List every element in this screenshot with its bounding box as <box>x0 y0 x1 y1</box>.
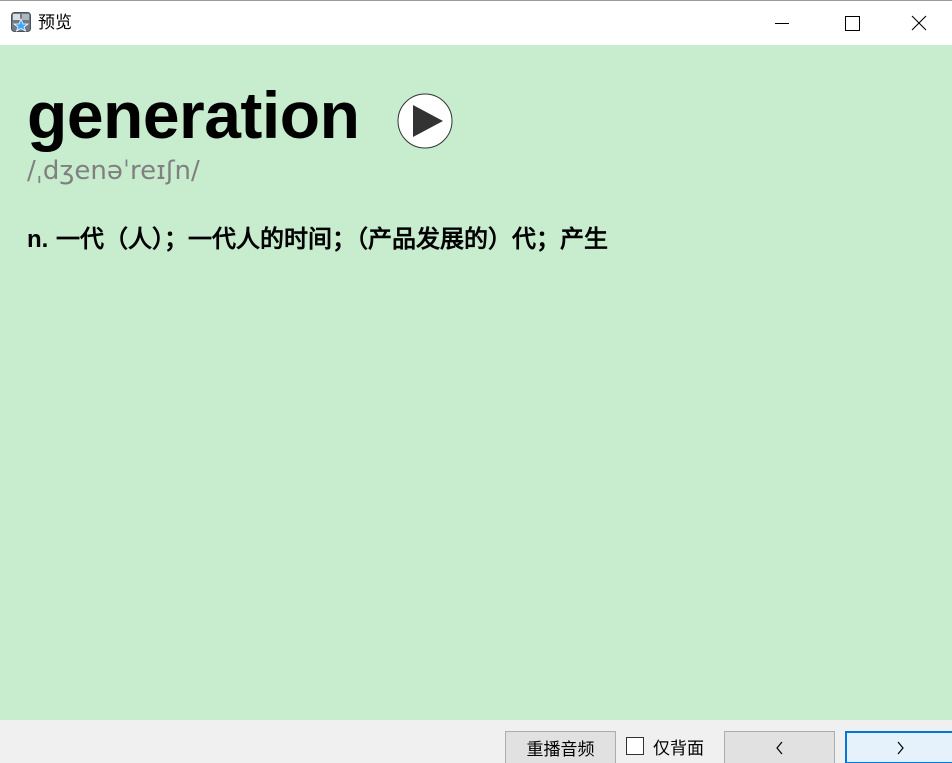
back-only-checkbox[interactable] <box>626 737 644 755</box>
maximize-icon <box>844 15 860 31</box>
window-title: 预览 <box>38 13 72 33</box>
card-phonetic: /ˌdʒenəˈreɪʃn/ <box>27 156 200 186</box>
part-of-speech: n. <box>27 226 49 253</box>
preview-window: 预览 generation /ˌdʒenəˈreɪʃn/ n. 一代（人）；一代… <box>0 0 952 763</box>
card-meaning: 一代（人）；一代人的时间；（产品发展的）代；产生 <box>55 224 608 253</box>
play-audio-icon <box>397 93 453 149</box>
close-button[interactable] <box>886 1 952 45</box>
card-preview: generation /ˌdʒenəˈreɪʃn/ n. 一代（人）；一代人的时… <box>0 45 952 720</box>
minimize-icon <box>775 23 789 24</box>
maximize-button[interactable] <box>817 1 887 45</box>
card-word: generation <box>27 78 360 152</box>
replay-audio-button[interactable]: 重播音频 <box>505 731 616 763</box>
close-icon <box>911 15 927 31</box>
bottom-toolbar: 重播音频 仅背面 <box>0 720 952 763</box>
back-only-toggle[interactable]: 仅背面 <box>626 735 704 759</box>
title-bar[interactable]: 预览 <box>0 1 952 45</box>
chevron-left-icon <box>775 741 782 754</box>
previous-card-button[interactable] <box>724 731 835 763</box>
minimize-button[interactable] <box>747 1 817 45</box>
play-audio-button[interactable] <box>397 93 453 149</box>
app-icon <box>11 12 31 32</box>
card-definition: n. 一代（人）；一代人的时间；（产品发展的）代；产生 <box>27 223 608 256</box>
back-only-label: 仅背面 <box>653 738 704 759</box>
next-card-button[interactable] <box>845 731 952 763</box>
chevron-right-icon <box>897 741 904 754</box>
